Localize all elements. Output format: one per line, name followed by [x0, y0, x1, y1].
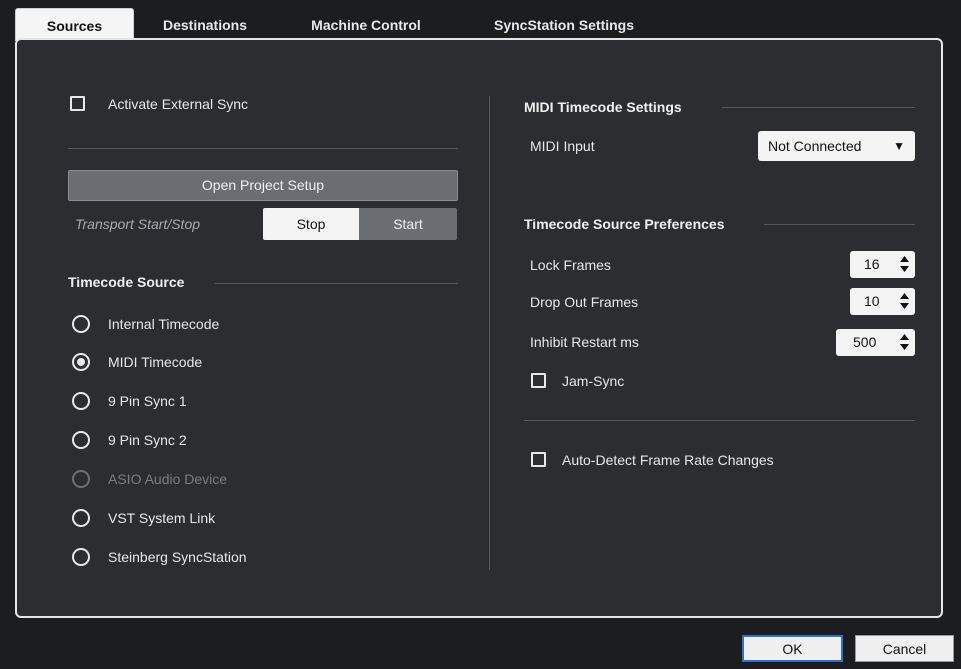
timecode-source-heading: Timecode Source [68, 274, 185, 290]
tab-bar: Sources Destinations Machine Control Syn… [0, 0, 961, 41]
divider [524, 420, 915, 421]
asio-audio-device-radio [72, 470, 90, 488]
9-pin-sync-1-label: 9 Pin Sync 1 [108, 393, 187, 409]
divider [68, 148, 458, 149]
auto-detect-frame-rate-label: Auto-Detect Frame Rate Changes [562, 452, 774, 468]
divider [764, 224, 915, 225]
chevron-down-icon: ▼ [893, 139, 905, 153]
midi-timecode-radio[interactable] [72, 353, 90, 371]
drop-out-frames-value: 10 [864, 293, 880, 309]
9-pin-sync-2-label: 9 Pin Sync 2 [108, 432, 187, 448]
ok-button[interactable]: OK [742, 635, 843, 662]
steinberg-syncstation-label: Steinberg SyncStation [108, 549, 247, 565]
activate-external-sync-checkbox[interactable] [70, 96, 85, 111]
internal-timecode-label: Internal Timecode [108, 316, 220, 332]
internal-timecode-radio[interactable] [72, 315, 90, 333]
lock-frames-label: Lock Frames [530, 257, 611, 273]
midi-input-label: MIDI Input [530, 138, 595, 154]
divider [722, 107, 915, 108]
transport-start-button[interactable]: Start [359, 208, 457, 240]
midi-input-value: Not Connected [768, 138, 862, 154]
transport-start-stop-label: Transport Start/Stop [75, 216, 201, 232]
inhibit-restart-ms-value: 500 [853, 334, 877, 350]
vst-system-link-radio[interactable] [72, 509, 90, 527]
auto-detect-frame-rate-checkbox[interactable] [531, 452, 546, 467]
midi-input-dropdown[interactable]: Not Connected ▼ [758, 131, 915, 161]
stepper-arrows-icon [900, 334, 909, 350]
stepper-arrows-icon [900, 256, 909, 272]
vst-system-link-label: VST System Link [108, 510, 216, 526]
transport-stop-button[interactable]: Stop [263, 208, 359, 240]
drop-out-frames-label: Drop Out Frames [530, 294, 639, 310]
open-project-setup-button[interactable]: Open Project Setup [68, 170, 458, 201]
steinberg-syncstation-radio[interactable] [72, 548, 90, 566]
asio-audio-device-label: ASIO Audio Device [108, 471, 228, 487]
cancel-button[interactable]: Cancel [855, 635, 954, 662]
tab-syncstation-settings[interactable]: SyncStation Settings [474, 12, 654, 38]
tab-machine-control[interactable]: Machine Control [296, 12, 436, 38]
divider [215, 283, 458, 284]
drop-out-frames-stepper[interactable]: 10 [850, 288, 915, 315]
jam-sync-label: Jam-Sync [562, 373, 625, 389]
midi-timecode-settings-heading: MIDI Timecode Settings [524, 99, 682, 115]
lock-frames-stepper[interactable]: 16 [850, 251, 915, 278]
stepper-arrows-icon [900, 293, 909, 309]
9-pin-sync-1-radio[interactable] [72, 392, 90, 410]
timecode-source-preferences-heading: Timecode Source Preferences [524, 216, 725, 232]
tab-destinations[interactable]: Destinations [150, 12, 260, 38]
tab-sources[interactable]: Sources [15, 8, 134, 41]
jam-sync-checkbox[interactable] [531, 373, 546, 388]
sources-panel: Activate External Sync Open Project Setu… [15, 38, 943, 618]
inhibit-restart-ms-label: Inhibit Restart ms [530, 334, 639, 350]
inhibit-restart-ms-stepper[interactable]: 500 [836, 329, 915, 356]
activate-external-sync-label: Activate External Sync [108, 96, 249, 112]
column-separator [489, 96, 490, 570]
midi-timecode-label: MIDI Timecode [108, 354, 203, 370]
lock-frames-value: 16 [864, 256, 880, 272]
9-pin-sync-2-radio[interactable] [72, 431, 90, 449]
